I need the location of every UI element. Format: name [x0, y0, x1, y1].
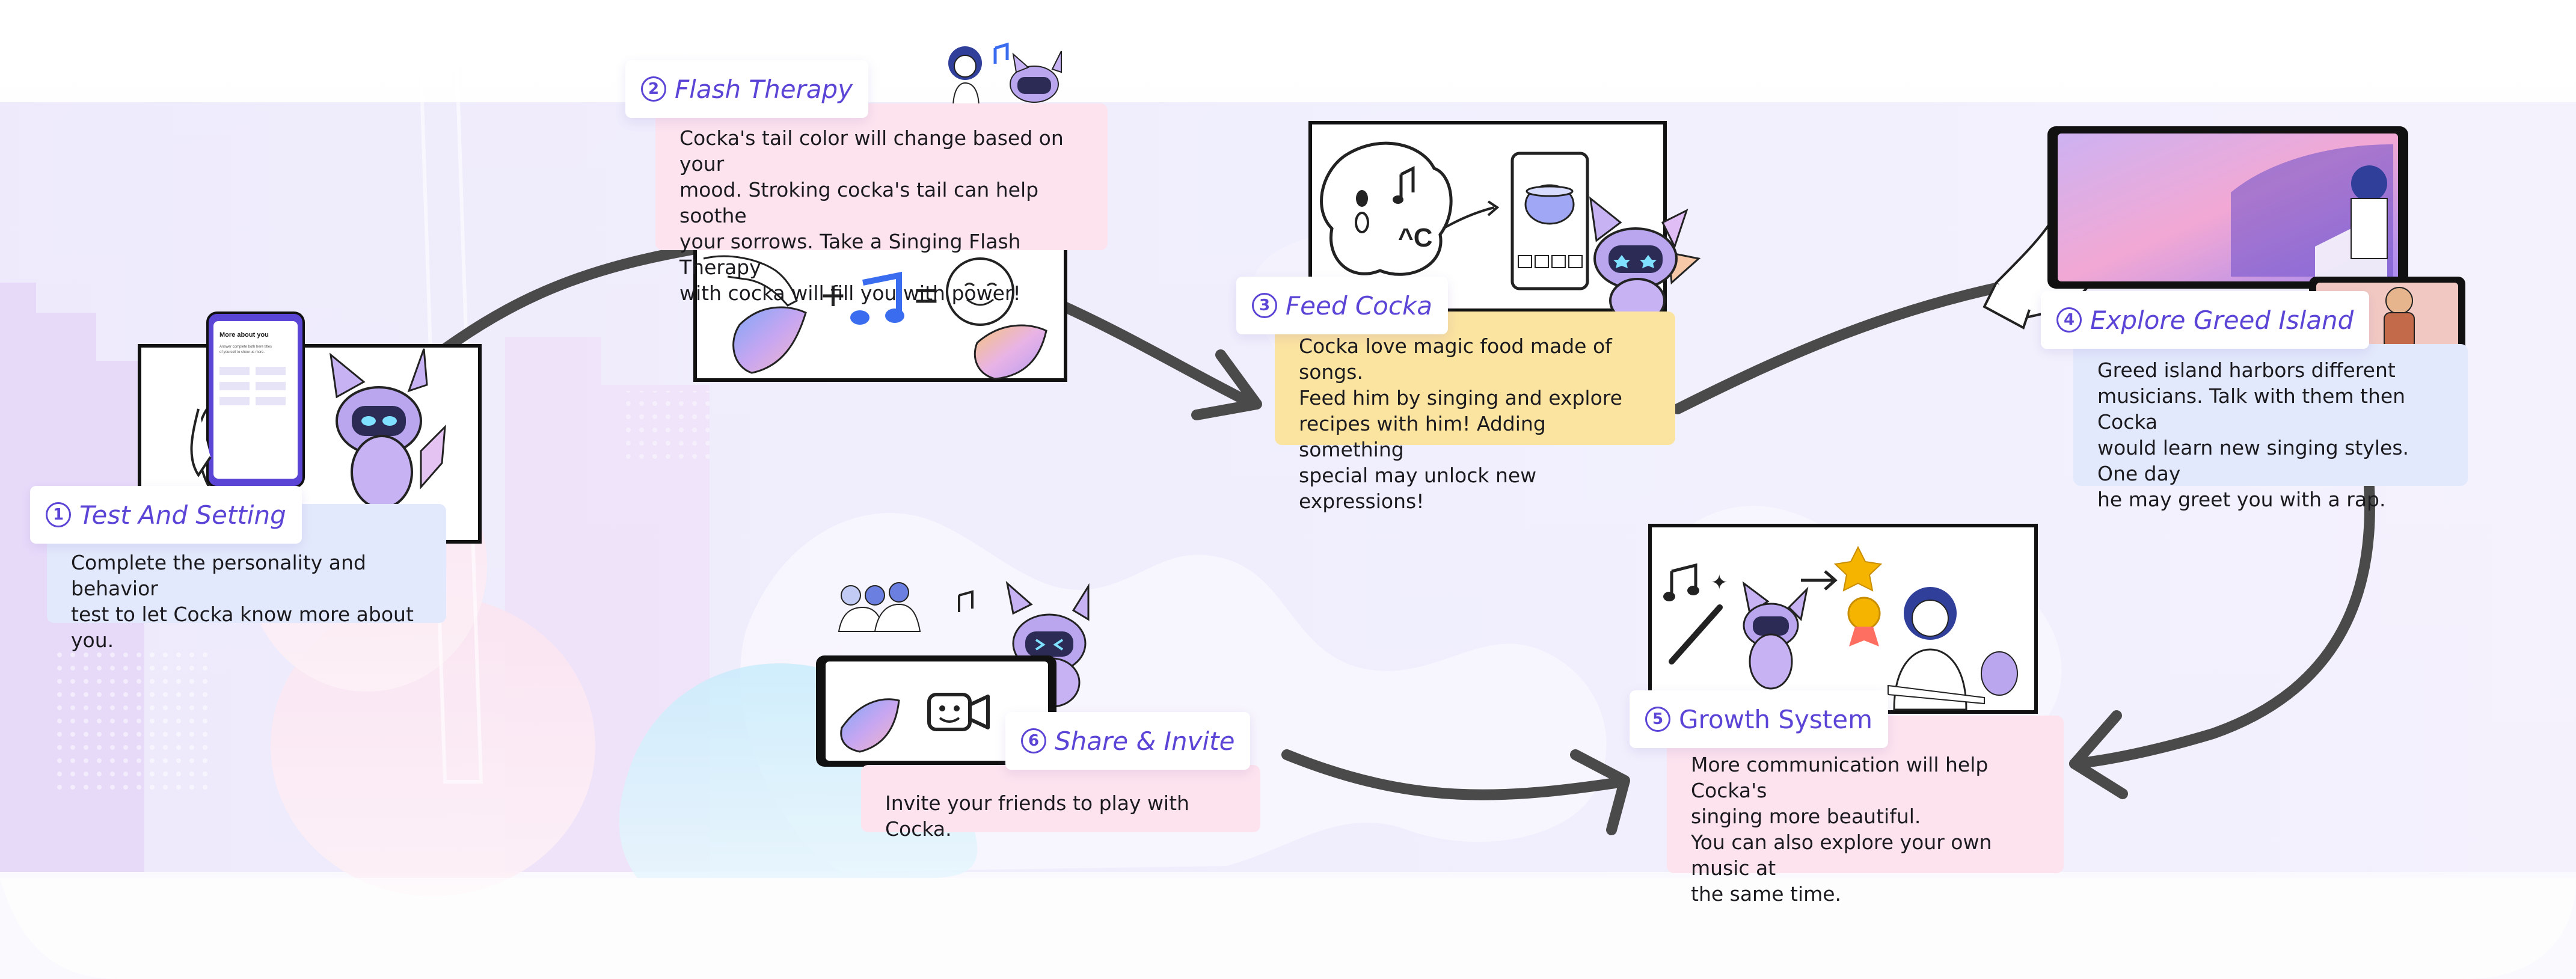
step-3-number: 3	[1252, 293, 1277, 318]
step-4-number: 4	[2056, 307, 2082, 333]
step-6-title: Share & Invite	[1055, 726, 1235, 756]
step-2-card: Cocka's tail color will change based on …	[655, 103, 1108, 305]
step-3-desc-line-1: Cocka love magic food made of songs.	[1299, 334, 1612, 384]
step-6-number: 6	[1021, 728, 1046, 753]
step-4-card: Greed island harbors different musicians…	[2073, 344, 2468, 511]
flash-therapy-characters	[948, 42, 1062, 109]
step-4-desc-line-1: Greed island harbors different	[2097, 358, 2396, 382]
step-4-desc-line-3: would learn new singing styles. One day	[2097, 436, 2409, 485]
step-4-desc-line-4: he may greet you with a rap.	[2097, 488, 2386, 511]
step-2-desc-line-4: with cocka will fill you with power!	[679, 281, 1021, 305]
music-note-icon	[993, 42, 1009, 64]
svg-text:✦: ✦	[1711, 571, 1728, 595]
step-5-desc-line-1: More communication will help Cocka's	[1691, 753, 1989, 802]
step-5-desc-line-2: singing more beautiful.	[1691, 805, 1921, 828]
roadmap-diagram: More about you Answer complete both here…	[0, 0, 2576, 979]
step-2-desc-line-3: your sorrows. Take a Singing Flash Thera…	[679, 230, 1021, 279]
step-1-desc-line-1: Complete the personality and behavior	[71, 551, 366, 600]
growth-system-illustration: ✦	[1648, 524, 2038, 714]
step-1-title: Test And Setting	[79, 500, 286, 530]
feed-sound-text: ^C	[1398, 223, 1432, 253]
step-6-card: Invite your friends to play with Cocka.	[861, 765, 1260, 841]
step-1-number: 1	[46, 502, 71, 527]
phone-screen-line-2: of yourself to show us more.	[219, 351, 265, 354]
step-4-desc-line-2: musicians. Talk with them then Cocka	[2097, 384, 2406, 434]
step-4-label: 4 Explore Greed Island	[2041, 291, 2370, 349]
step-5-desc-line-3: You can also explore your own music at	[1691, 830, 1992, 880]
step-5-number: 5	[1645, 707, 1670, 732]
medal-icon	[1847, 597, 1881, 646]
step-2-title: Flash Therapy	[675, 74, 853, 104]
step-2-number: 2	[641, 76, 666, 102]
music-note-icon	[958, 590, 974, 612]
step-1-label: 1 Test And Setting	[30, 486, 302, 544]
step-3-label: 3 Feed Cocka	[1236, 277, 1449, 334]
step-4-title: Explore Greed Island	[2090, 305, 2354, 335]
step-2-label: 2 Flash Therapy	[625, 60, 869, 118]
cauldron-icon	[1524, 184, 1575, 225]
phone-screen-line-1: Answer complete both here titles	[219, 345, 272, 349]
step-6-label: 6 Share & Invite	[1005, 712, 1251, 770]
step-3-desc-line-4: special may unlock new expressions!	[1299, 464, 1537, 513]
step-5-label: 5 Growth System	[1630, 690, 1888, 748]
step-2-desc-line-2: mood. Stroking cocka's tail can help soo…	[679, 178, 1039, 227]
step-1-desc-line-2: test to let Cocka know more about you.	[71, 603, 414, 652]
step-2-desc-line-1: Cocka's tail color will change based on …	[679, 126, 1064, 176]
step-3-desc-line-2: Feed him by singing and explore	[1299, 386, 1622, 410]
step-3-desc-line-3: recipes with him! Adding something	[1299, 412, 1546, 461]
step-3-title: Feed Cocka	[1286, 290, 1433, 321]
step-6-desc-line-1: Invite your friends to play with Cocka.	[885, 791, 1189, 841]
phone-screen-title: More about you	[219, 331, 269, 339]
step-5-title: Growth System	[1679, 704, 1872, 734]
step-5-desc-line-4: the same time.	[1691, 882, 1842, 906]
